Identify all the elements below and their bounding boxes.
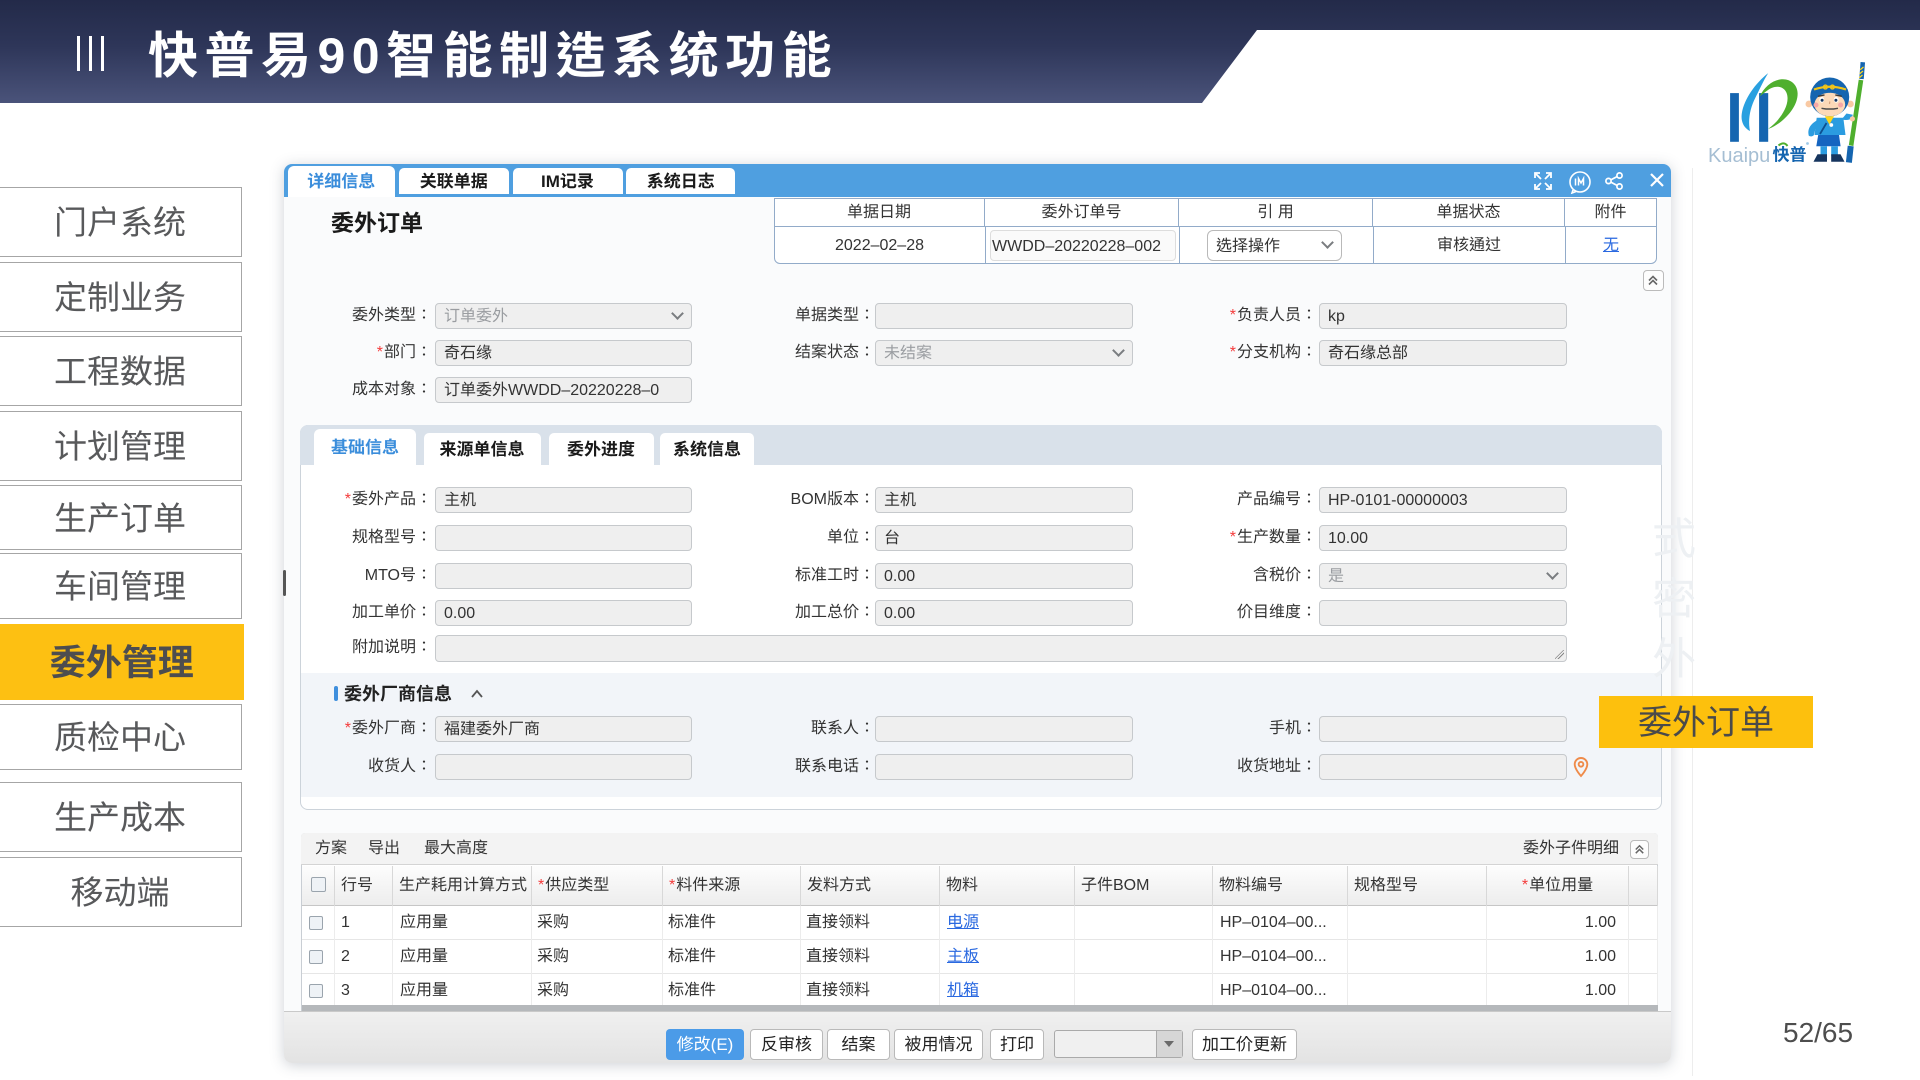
svg-text:Kuaipu: Kuaipu — [1708, 145, 1770, 167]
svg-text:快普: 快普 — [1773, 146, 1807, 165]
